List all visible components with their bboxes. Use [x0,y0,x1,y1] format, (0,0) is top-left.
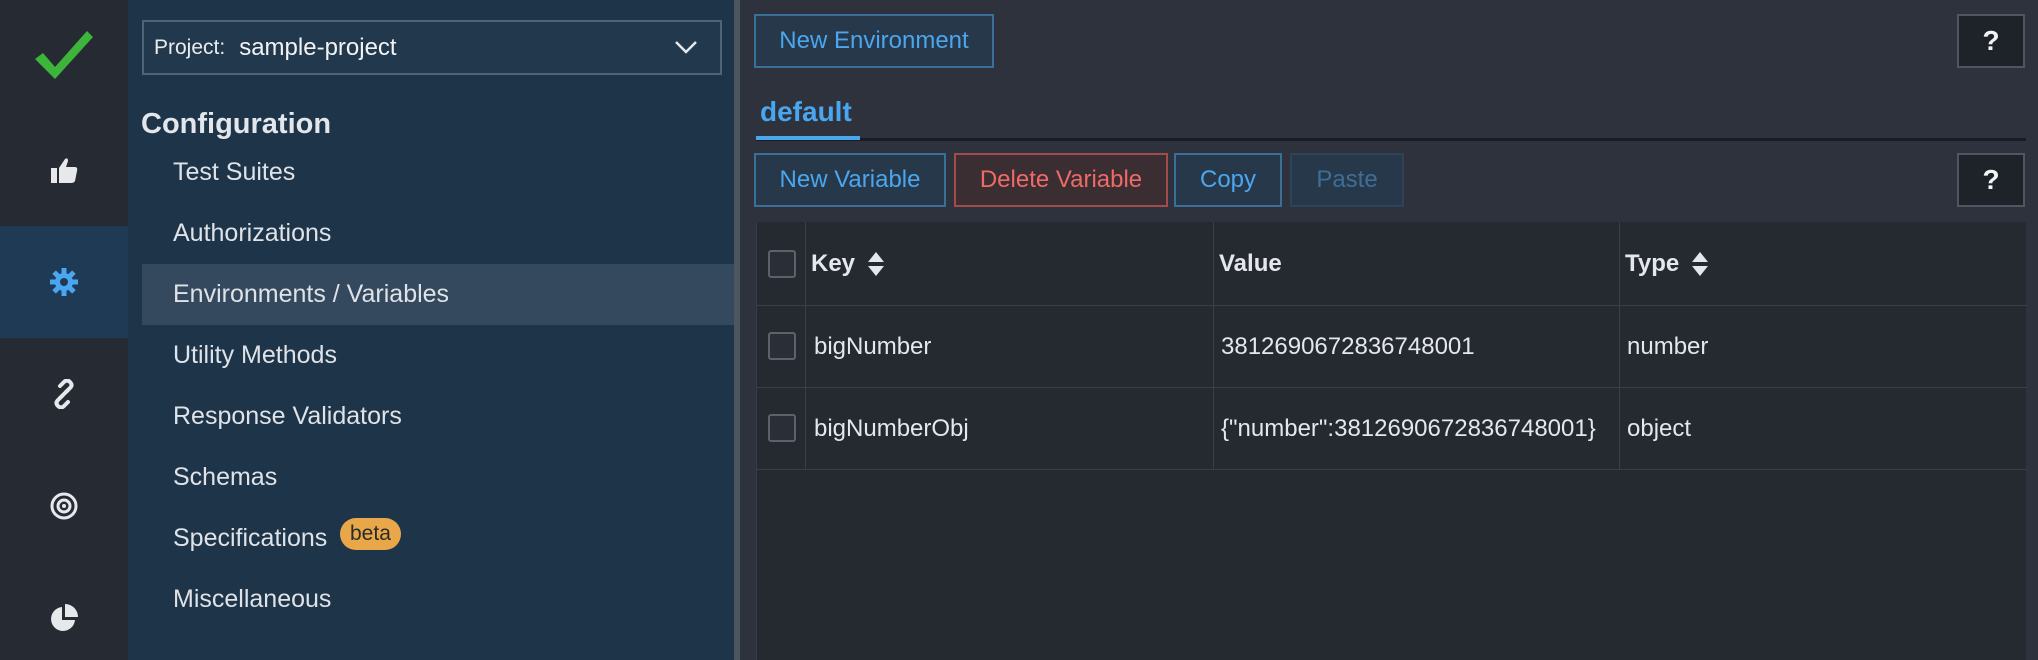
nav-item-label: Schemas [173,463,278,491]
variable-key[interactable]: bigNumber [814,306,931,387]
nav-item-authorizations[interactable]: Authorizations [142,203,734,264]
icon-rail [0,0,128,660]
variable-key[interactable]: bigNumberObj [814,388,969,469]
project-label: Project: [154,35,226,59]
logo[interactable] [0,0,128,112]
table-row[interactable]: bigNumberObj {"number":38126906728367480… [757,388,2027,470]
beta-badge: beta [340,518,401,550]
paste-button[interactable]: Paste [1290,153,1404,207]
variables-table: Key Value Type bigNumber 381269067283674… [756,222,2027,660]
nav-item-label: Response Validators [173,402,402,430]
project-value: sample-project [239,33,397,61]
variable-type[interactable]: number [1627,306,1708,387]
nav-item-schemas[interactable]: Schemas [142,447,734,508]
column-header-key[interactable]: Key [811,222,885,305]
configuration-nav: Test Suites Authorizations Environments … [142,142,734,630]
chevron-down-icon [675,41,697,54]
target-icon [50,492,78,520]
tab-default[interactable]: default [760,96,852,128]
sort-icon [1692,251,1709,276]
nav-item-label: Authorizations [173,219,332,247]
environment-help-button[interactable]: ? [1957,14,2025,68]
nav-item-response-validators[interactable]: Response Validators [142,386,734,447]
nav-item-test-suites[interactable]: Test Suites [142,142,734,203]
configuration-title: Configuration [141,108,332,140]
link-icon [54,379,74,409]
delete-variable-button[interactable]: Delete Variable [954,153,1168,207]
rail-item-reports[interactable] [0,562,128,660]
nav-item-specifications[interactable]: Specifications beta [142,508,734,569]
variable-value[interactable]: {"number":3812690672836748001} [1221,388,1596,469]
nav-item-label: Test Suites [173,158,296,186]
nav-item-label: Specifications [173,524,328,552]
rail-item-links[interactable] [0,338,128,450]
new-environment-button[interactable]: New Environment [754,14,994,68]
table-row[interactable]: bigNumber 3812690672836748001 number [757,306,2027,388]
variables-help-button[interactable]: ? [1957,153,2025,207]
copy-button[interactable]: Copy [1174,153,1282,207]
table-header: Key Value Type [757,222,2027,306]
nav-item-environments-variables[interactable]: Environments / Variables [142,264,734,325]
project-select[interactable]: Project: sample-project [142,20,722,75]
nav-item-utility-methods[interactable]: Utility Methods [142,325,734,386]
nav-item-label: Miscellaneous [173,585,332,613]
column-header-label: Key [811,249,856,277]
new-variable-button[interactable]: New Variable [754,153,946,207]
rail-item-monitors[interactable] [0,450,128,562]
select-all-checkbox[interactable] [768,250,796,278]
rail-item-configuration[interactable] [0,226,128,338]
pie-chart-icon [51,604,78,631]
gear-icon [50,268,78,296]
column-header-value[interactable]: Value [1219,222,1282,305]
rail-item-tests[interactable] [0,114,128,226]
variable-type[interactable]: object [1627,388,1691,469]
thumbs-up-icon [51,158,78,183]
sort-icon [868,251,885,276]
tab-bar-line [756,138,2026,141]
variable-value[interactable]: 3812690672836748001 [1221,306,1475,387]
row-checkbox[interactable] [768,332,796,360]
checkmark-logo-icon [35,31,93,79]
nav-item-label: Utility Methods [173,341,337,369]
column-header-type[interactable]: Type [1625,222,1709,305]
nav-item-label: Environments / Variables [173,280,450,308]
column-header-label: Type [1625,249,1680,277]
row-checkbox[interactable] [768,414,796,442]
active-tab-indicator [756,136,860,140]
nav-item-miscellaneous[interactable]: Miscellaneous [142,569,734,630]
